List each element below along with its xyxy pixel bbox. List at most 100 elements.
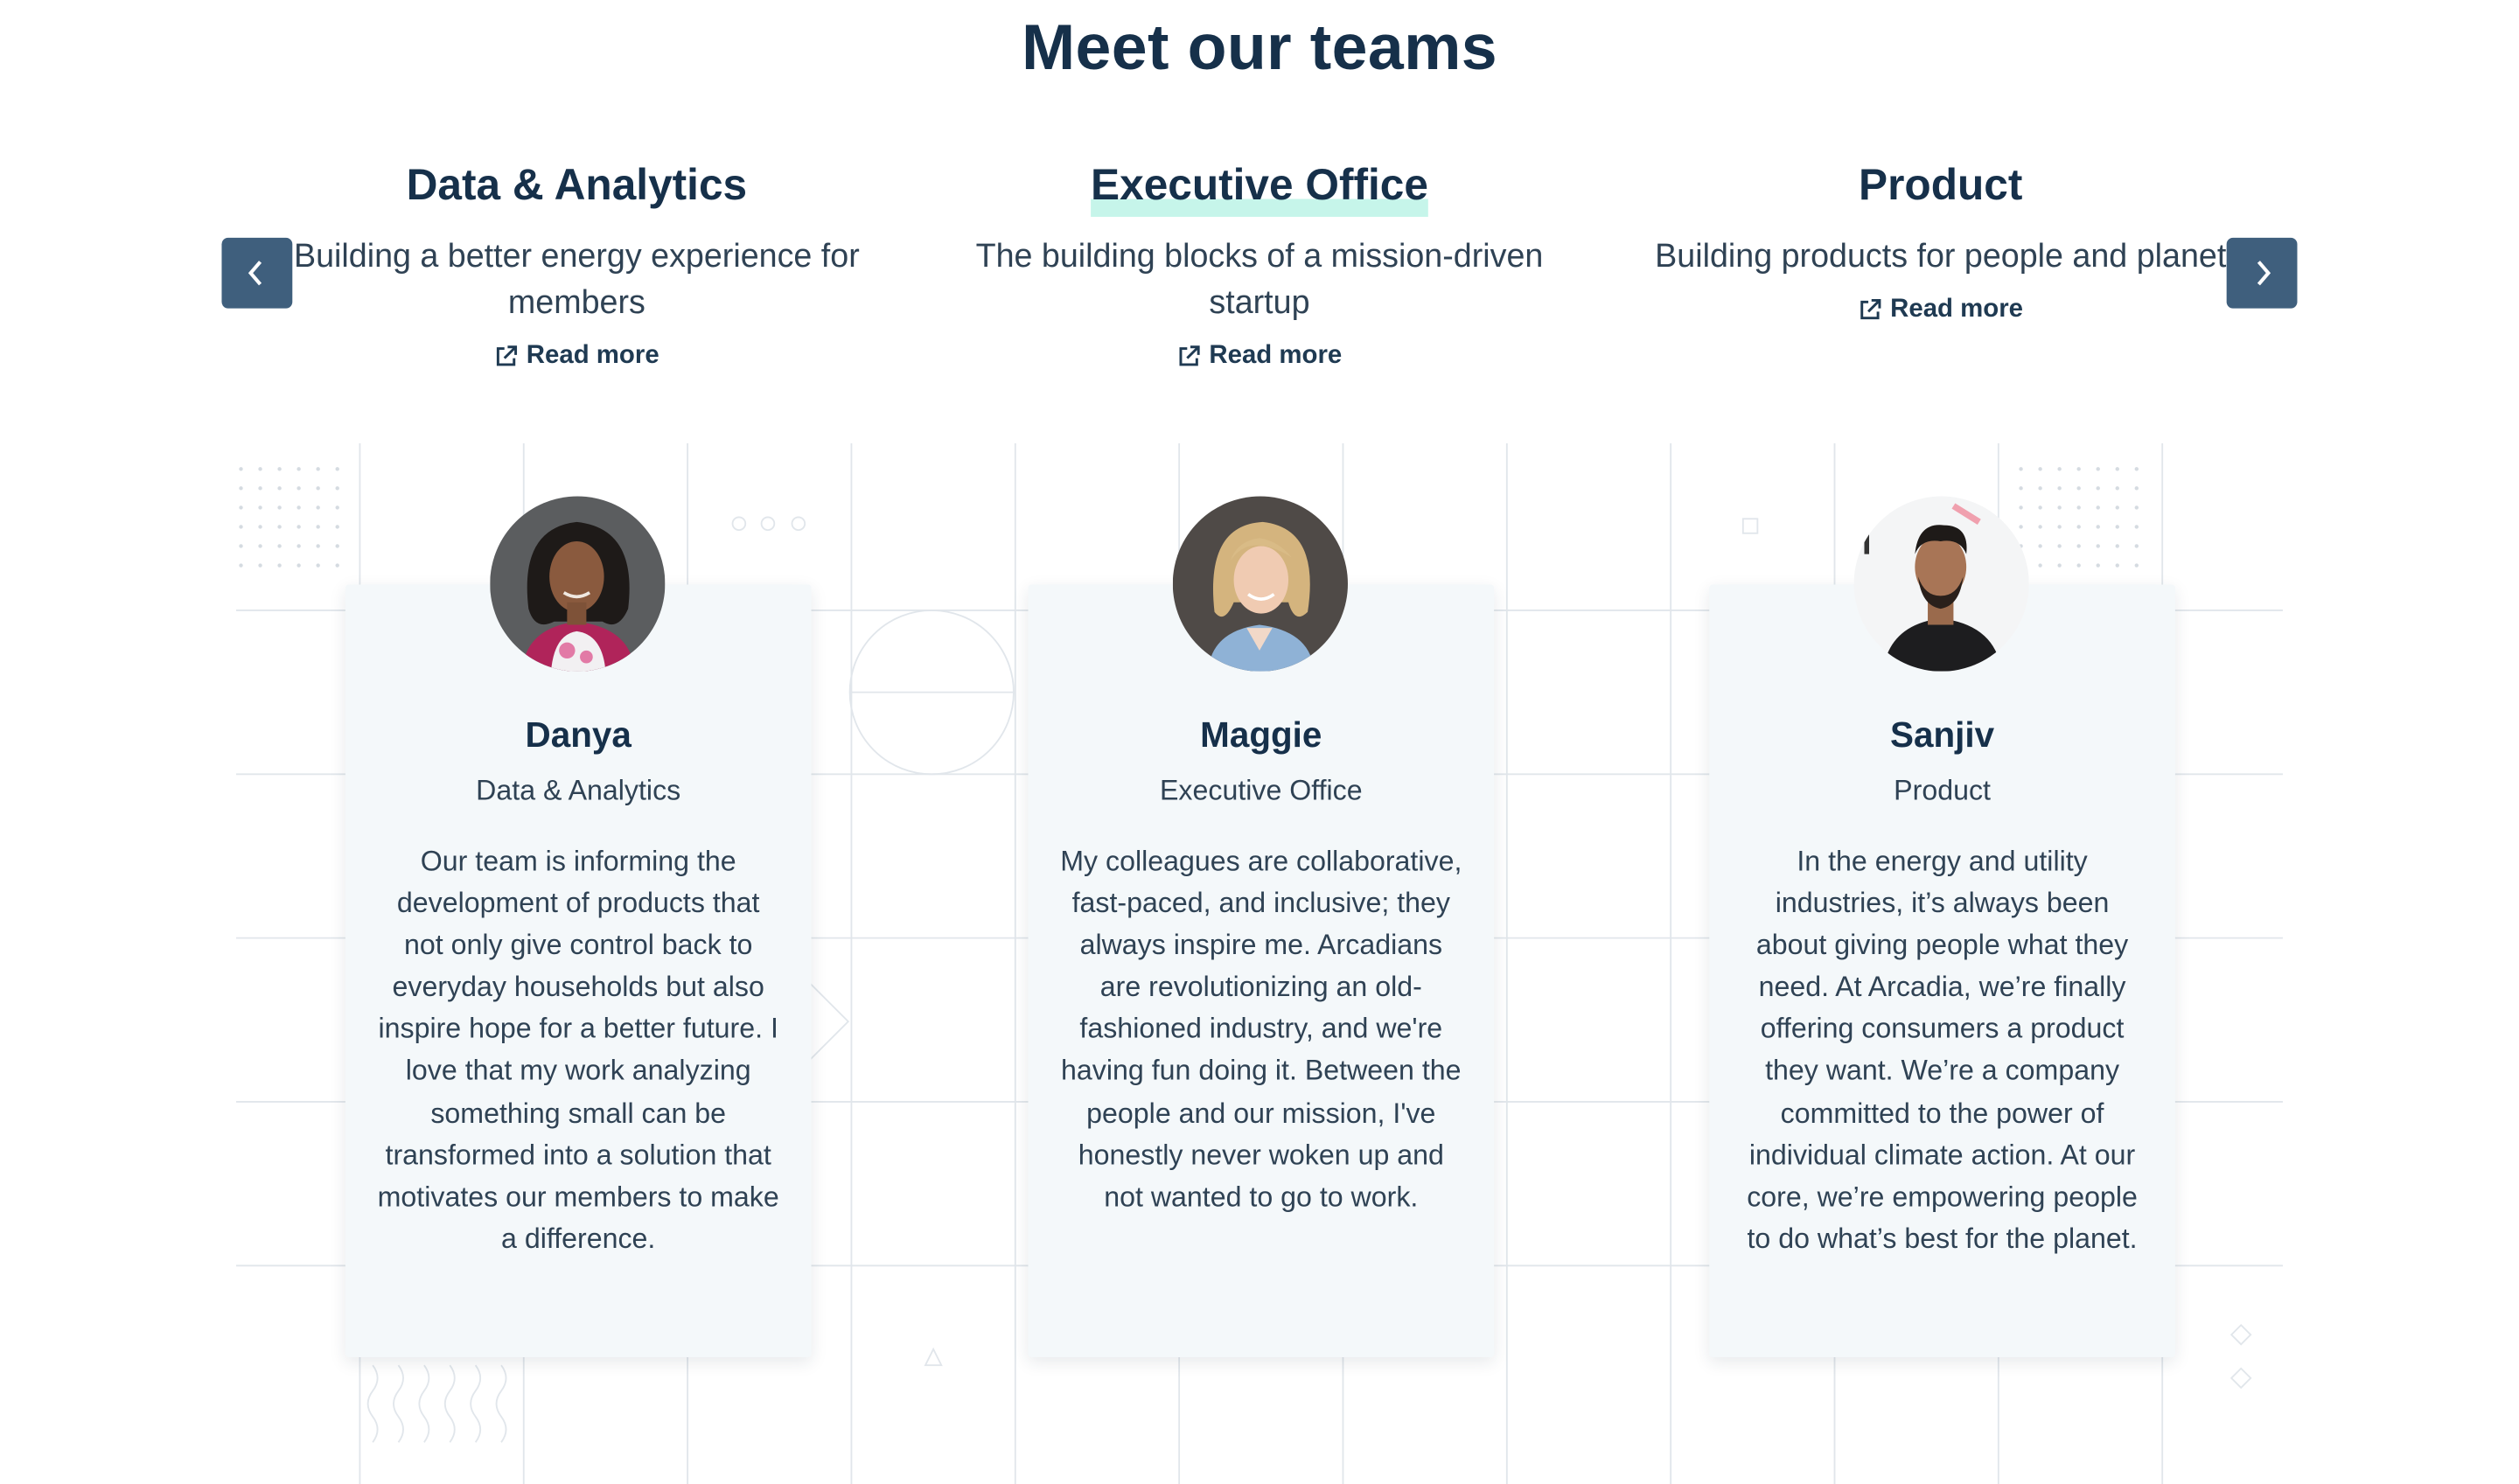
decor-dot: [316, 505, 320, 510]
decor-dot: [2096, 486, 2100, 491]
decor-dot: [2115, 563, 2119, 568]
decor-dot: [2057, 467, 2062, 471]
person-quote: Our team is informing the development of…: [377, 845, 779, 1255]
decor-dot: [277, 544, 282, 548]
avatar-photo: [1172, 496, 1348, 672]
decor-dot: [335, 505, 339, 510]
carousel-prev-button[interactable]: [221, 237, 293, 309]
decor-dot: [2038, 563, 2042, 568]
decor-dot: [277, 563, 282, 568]
decor-dot: [316, 467, 320, 471]
person-team: Data & Analytics: [476, 774, 681, 807]
team-description: Building products for people and planet: [1655, 237, 2227, 275]
decor-dot: [2076, 467, 2081, 471]
decor-dot: [2134, 544, 2139, 548]
read-more-label: Read more: [1890, 295, 2024, 324]
team-description: Building a better energy experience for …: [293, 237, 860, 322]
decor-dot: [2096, 544, 2100, 548]
external-link-icon: [1860, 298, 1881, 320]
decor-dot: [239, 544, 243, 548]
decor-dot: [2019, 467, 2023, 471]
decor-dot: [297, 505, 301, 510]
person-team: Product: [1894, 774, 1991, 807]
chevron-right-icon: [2257, 261, 2271, 286]
external-link-icon: [496, 345, 517, 366]
decor-dot: [297, 525, 301, 529]
read-more-link[interactable]: Read more: [1177, 342, 1343, 371]
team-name: Product: [1859, 160, 2023, 209]
read-more-label: Read more: [526, 342, 659, 370]
read-more-link[interactable]: Read more: [1858, 296, 2023, 324]
chevron-left-icon: [248, 261, 262, 286]
decor-dot: [2096, 525, 2100, 529]
decor-dot: [2019, 486, 2023, 491]
decor-dot: [316, 563, 320, 568]
decor-dot: [2115, 544, 2119, 548]
decor-dot: [258, 486, 262, 491]
team-header-executive-office: Executive Office The building blocks of …: [922, 152, 1596, 375]
page-title: Meet our teams: [1021, 12, 1498, 84]
decor-dot: [2057, 563, 2062, 568]
team-name: Executive Office: [1091, 152, 1428, 217]
team-header-data-analytics: Data & Analytics Building a better energ…: [240, 152, 914, 375]
external-link-icon: [1178, 345, 1199, 366]
decor-dot: [2038, 544, 2042, 548]
decor-dot: [239, 467, 243, 471]
decor-dot: [277, 505, 282, 510]
decor-dot: [2115, 467, 2119, 471]
decor-dot: [297, 467, 301, 471]
read-more-link[interactable]: Read more: [494, 342, 659, 371]
decor-dot: [2057, 505, 2062, 510]
decor-dot: [277, 486, 282, 491]
decor-dot: [2038, 505, 2042, 510]
decor-dot: [2019, 505, 2023, 510]
decor-dot: [258, 544, 262, 548]
decor-dot: [2019, 525, 2023, 529]
decor-dot: [2038, 525, 2042, 529]
read-more-label: Read more: [1209, 342, 1343, 370]
decor-dot: [2057, 544, 2062, 548]
person-team: Executive Office: [1159, 774, 1363, 807]
decor-dot: [239, 486, 243, 491]
decor-dot: [2096, 467, 2100, 471]
decor-dot: [2057, 525, 2062, 529]
decor-dot: [2134, 505, 2139, 510]
avatar-photo: [490, 496, 666, 672]
person-name: Danya: [525, 714, 631, 756]
decor-dot: [2076, 486, 2081, 491]
decor-dot: [335, 467, 339, 471]
avatar-maggie: [1172, 496, 1348, 672]
decor-dot: [2076, 563, 2081, 568]
decor-dot: [316, 544, 320, 548]
decor-dot: [2096, 505, 2100, 510]
decor-dot: [2134, 467, 2139, 471]
person-quote: My colleagues are collaborative, fast-pa…: [1060, 845, 1462, 1213]
decor-dot: [277, 525, 282, 529]
team-description: The building blocks of a mission-driven …: [975, 237, 1544, 322]
person-name: Sanjiv: [1890, 714, 1995, 756]
carousel-next-button[interactable]: [2226, 237, 2298, 309]
decor-dot: [239, 563, 243, 568]
person-name: Maggie: [1200, 714, 1322, 756]
decor-dot: [297, 563, 301, 568]
decor-dot: [335, 563, 339, 568]
decor-dot: [2134, 486, 2139, 491]
team-name: Data & Analytics: [406, 160, 748, 209]
decor-dot: [335, 525, 339, 529]
decor-dot: [335, 486, 339, 491]
decor-dot: [2057, 486, 2062, 491]
avatar-sanjiv: [1853, 496, 2029, 672]
decor-dot: [2038, 486, 2042, 491]
decor-dot: [316, 486, 320, 491]
decor-dot: [258, 563, 262, 568]
decor-dot: [316, 525, 320, 529]
decor-dot: [2076, 505, 2081, 510]
decor-dot: [277, 467, 282, 471]
decor-dot: [258, 467, 262, 471]
decor-dot: [2115, 525, 2119, 529]
decor-dot: [2134, 563, 2139, 568]
decor-dot: [2115, 505, 2119, 510]
avatar-danya: [490, 496, 666, 672]
decor-dot: [297, 544, 301, 548]
decor-dot: [2096, 563, 2100, 568]
